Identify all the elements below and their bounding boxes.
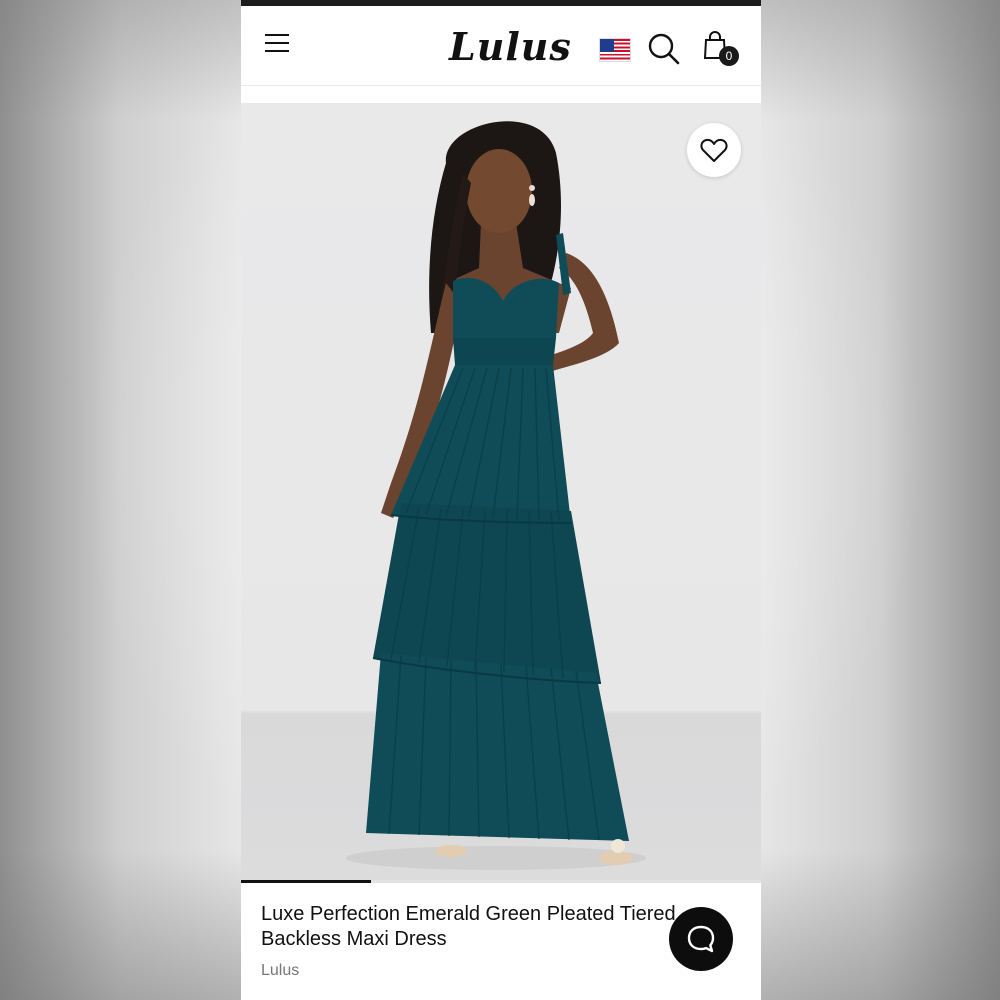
site-header: Lulus 0 — [241, 6, 761, 86]
heart-icon[interactable] — [687, 123, 741, 177]
lulus-logo[interactable]: Lulus — [449, 24, 572, 69]
shopping-bag-icon[interactable]: 0 — [703, 30, 743, 70]
search-icon[interactable] — [647, 32, 681, 66]
gallery-progress-bar — [241, 880, 761, 883]
product-image[interactable] — [241, 103, 761, 881]
product-title: Luxe Perfection Emerald Green Pleated Ti… — [261, 903, 676, 950]
product-brand[interactable]: Lulus — [261, 962, 299, 980]
us-flag-icon[interactable] — [599, 38, 631, 62]
header-spacer — [241, 87, 761, 103]
dress-photo — [346, 121, 646, 870]
cart-count-badge: 0 — [719, 46, 739, 66]
chat-bubble-icon[interactable] — [669, 907, 733, 971]
hamburger-menu-icon[interactable] — [265, 34, 295, 58]
gallery-progress-fill — [241, 880, 371, 883]
mobile-page: Lulus 0 Luxe Perfection Emerald Green Pl… — [241, 0, 761, 1000]
